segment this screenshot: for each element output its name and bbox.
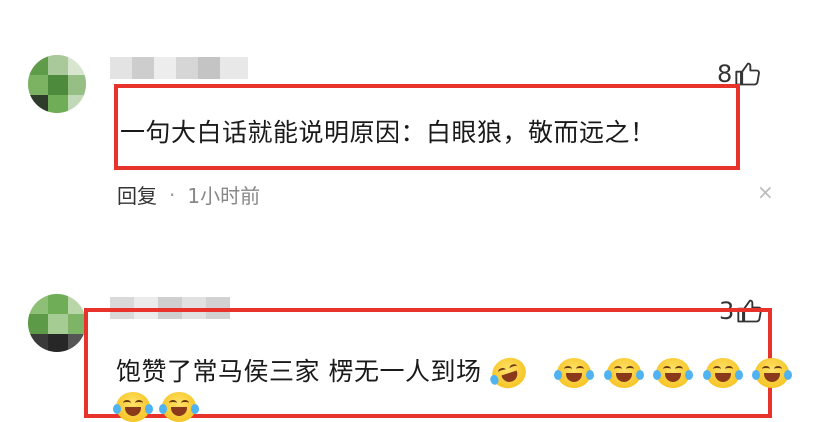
reply-button[interactable]: 回复	[117, 180, 157, 209]
comment-text: 饱赞了常马侯三家 楞无一人到场	[116, 352, 796, 393]
tears-of-joy-emoji-icon	[603, 358, 644, 388]
username-blurred[interactable]	[110, 57, 248, 79]
close-icon[interactable]: ×	[757, 180, 774, 204]
tears-of-joy-emoji-icon	[554, 358, 595, 388]
crying-laughing-emoji-icon	[488, 353, 530, 393]
comment-text-content: 饱赞了常马侯三家 楞无一人到场	[116, 357, 482, 386]
comment-meta: 回复 · 1小时前	[117, 180, 260, 209]
avatar[interactable]	[28, 55, 86, 113]
tears-of-joy-emoji-icon	[702, 358, 743, 388]
tears-of-joy-emoji-icon	[159, 392, 200, 422]
comment-item: 8 一句大白话就能说明原因：白眼狼，敬而远之！ 回复 · 1小时前 ×	[0, 0, 826, 240]
tears-of-joy-emoji-icon	[113, 392, 153, 422]
comment-item: 3 饱赞了常马侯三家 楞无一人到场	[0, 240, 826, 422]
separator: ·	[169, 182, 176, 207]
tears-of-joy-emoji-icon	[653, 358, 694, 388]
timestamp: 1小时前	[187, 184, 261, 208]
comment-text-overflow	[113, 392, 203, 422]
tears-of-joy-emoji-icon	[752, 358, 793, 388]
avatar[interactable]	[28, 294, 86, 352]
comment-text: 一句大白话就能说明原因：白眼狼，敬而远之！	[120, 118, 656, 147]
